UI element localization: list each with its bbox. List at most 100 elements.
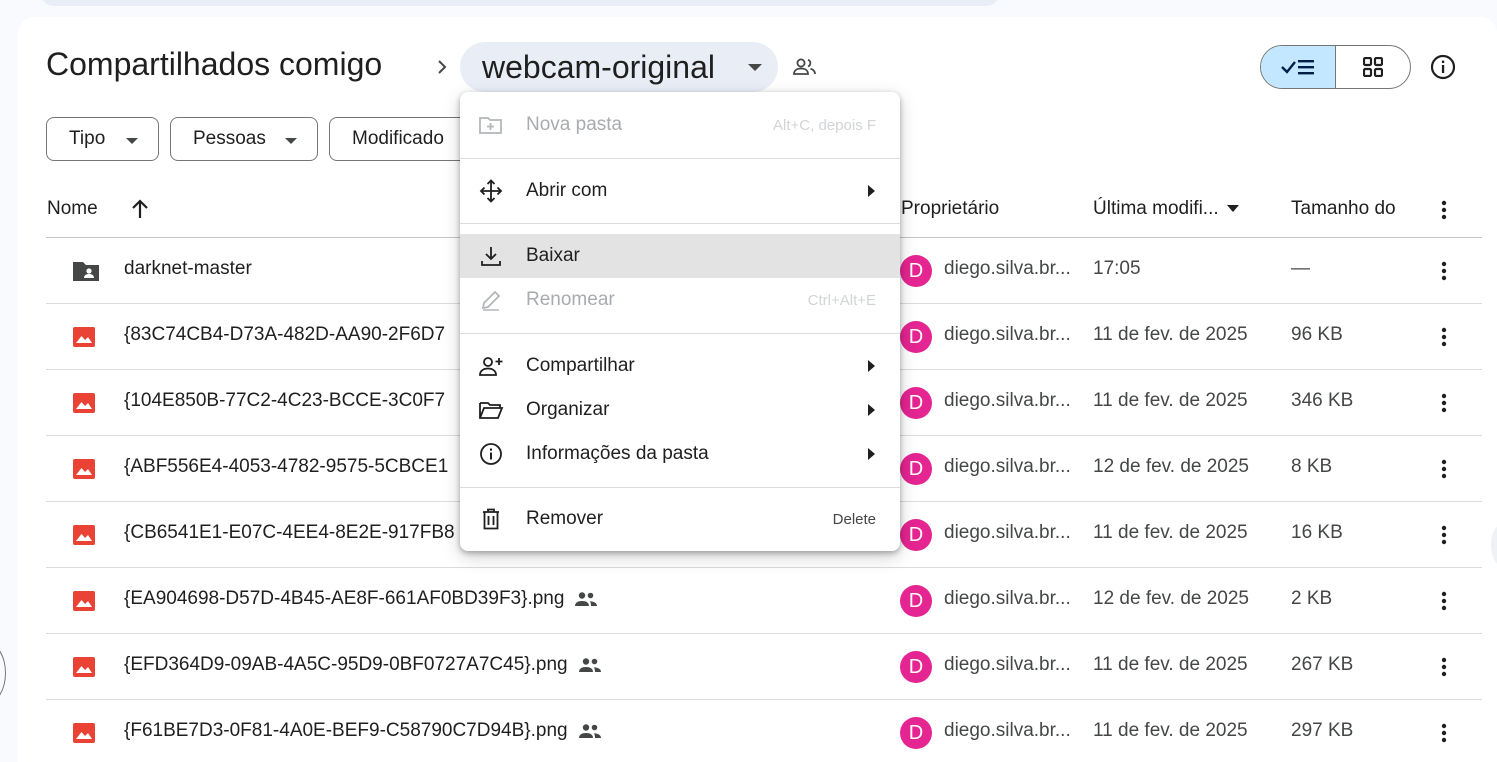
owner-name: diego.silva.br... [944,390,1071,411]
avatar: D [900,585,932,617]
dropdown-arrow-icon [285,138,297,144]
menu-item-shortcut: Alt+C, depois F [773,117,876,134]
menu-item-organizar[interactable]: Organizar [460,388,900,432]
more-actions-icon[interactable] [1434,259,1454,283]
file-name-text: {EFD364D9-09AB-4A5C-95D9-0BF0727A7C45}.p… [124,654,568,675]
more-actions-icon[interactable] [1434,523,1454,547]
more-actions-icon[interactable] [1434,589,1454,613]
file-name-text: {104E850B-77C2-4C23-BCCE-3C0F7 [124,390,446,411]
file-name-text: {ABF556E4-4053-4782-9575-5CBCE1 [124,456,449,477]
file-name-text: {F61BE7D3-0F81-4A0E-BEF9-C58790C7D94B}.p… [124,720,568,741]
submenu-arrow-icon [868,404,875,416]
menu-item-label: Renomear [526,289,615,310]
file-size: 346 KB [1291,390,1354,411]
folder-name: webcam-original [482,48,715,85]
avatar: D [900,255,932,287]
file-name[interactable]: {CB6541E1-E07C-4EE4-8E2E-917FB8 [124,522,455,544]
download-icon [478,244,504,268]
list-view-button[interactable] [1261,46,1336,88]
column-header-modified[interactable]: Última modifi... [1093,198,1239,220]
owner-name: diego.silva.br... [944,324,1071,345]
modified-date: 12 de fev. de 2025 [1093,588,1249,609]
dropdown-arrow-icon [126,138,138,144]
breadcrumb-root[interactable]: Compartilhados comigo [46,46,382,83]
owner-name: diego.silva.br... [944,588,1071,609]
filter-pessoas[interactable]: Pessoas [170,117,318,161]
menu-item-abrir-com[interactable]: Abrir com [460,169,900,213]
people-icon[interactable] [792,56,818,78]
view-toggle [1260,45,1411,89]
shared-people-icon [578,657,602,673]
avatar: D [900,321,932,353]
file-name[interactable]: {F61BE7D3-0F81-4A0E-BEF9-C58790C7D94B}.p… [124,720,602,742]
menu-item-label: Compartilhar [526,355,635,376]
file-size: 8 KB [1291,456,1333,477]
owner-name: diego.silva.br... [944,720,1071,741]
image-file-icon [72,590,96,612]
filter-label: Pessoas [193,128,266,149]
breadcrumb-current-folder[interactable]: webcam-original [460,42,778,92]
file-name-text: darknet-master [124,258,252,279]
menu-item-remover[interactable]: Remover Delete [460,497,900,541]
trash-icon [478,507,504,531]
shared-people-icon [574,591,598,607]
sort-down-icon [1226,205,1239,213]
menu-item-label: Nova pasta [526,114,623,135]
menu-item-renomear[interactable]: Renomear Ctrl+Alt+E [460,278,900,322]
pencil-icon [478,288,504,312]
column-options-icon[interactable] [1434,198,1454,222]
info-icon [478,442,504,466]
table-row[interactable]: {EFD364D9-09AB-4A5C-95D9-0BF0727A7C45}.p… [46,634,1482,700]
file-name[interactable]: {104E850B-77C2-4C23-BCCE-3C0F7 [124,390,445,412]
file-name[interactable]: {83C74CB4-D73A-482D-AA90-2F6D7 [124,324,445,346]
filter-label: Modificado [352,128,444,149]
filter-tipo[interactable]: Tipo [46,117,159,161]
more-actions-icon[interactable] [1434,457,1454,481]
filter-label: Tipo [69,128,106,149]
grid-view-button[interactable] [1336,46,1410,88]
menu-divider [460,487,900,488]
folder-open-icon [478,398,504,422]
image-file-icon [72,458,96,480]
column-header-name[interactable]: Nome [47,198,98,220]
modified-date: 11 de fev. de 2025 [1093,522,1248,543]
new-folder-icon [478,113,504,137]
menu-item-informacoes[interactable]: Informações da pasta [460,432,900,476]
more-actions-icon[interactable] [1434,721,1454,745]
shared-people-icon [578,723,602,739]
list-check-icon [1281,60,1314,75]
column-header-size[interactable]: Tamanho do [1291,198,1396,220]
breadcrumb-separator-icon [435,55,451,79]
submenu-arrow-icon [868,185,875,197]
menu-divider [460,333,900,334]
table-row[interactable]: {F61BE7D3-0F81-4A0E-BEF9-C58790C7D94B}.p… [46,700,1482,762]
file-name[interactable]: darknet-master [124,258,252,280]
menu-divider [460,223,900,224]
menu-divider [460,158,900,159]
more-actions-icon[interactable] [1434,655,1454,679]
info-icon[interactable] [1429,53,1457,81]
submenu-arrow-icon [868,448,875,460]
modified-date: 17:05 [1093,258,1141,279]
sort-ascending-icon[interactable] [130,198,150,220]
file-name[interactable]: {EA904698-D57D-4B45-AE8F-661AF0BD39F3}.p… [124,588,598,610]
menu-item-nova-pasta[interactable]: Nova pasta Alt+C, depois F [460,103,900,147]
left-edge-button[interactable] [0,643,6,703]
owner-name: diego.silva.br... [944,456,1071,477]
more-actions-icon[interactable] [1434,391,1454,415]
move-icon [478,179,504,203]
file-size: 16 KB [1291,522,1343,543]
column-header-owner[interactable]: Proprietário [901,198,999,220]
menu-item-baixar[interactable]: Baixar [460,234,900,278]
table-row[interactable]: {EA904698-D57D-4B45-AE8F-661AF0BD39F3}.p… [46,568,1482,634]
owner-name: diego.silva.br... [944,654,1071,675]
file-name[interactable]: {EFD364D9-09AB-4A5C-95D9-0BF0727A7C45}.p… [124,654,602,676]
image-file-icon [72,392,96,414]
menu-item-compartilhar[interactable]: Compartilhar [460,344,900,388]
top-search-strip [40,0,1000,6]
more-actions-icon[interactable] [1434,325,1454,349]
menu-item-shortcut: Ctrl+Alt+E [807,292,876,309]
menu-item-shortcut: Delete [832,511,876,528]
submenu-arrow-icon [868,360,875,372]
file-name[interactable]: {ABF556E4-4053-4782-9575-5CBCE1 [124,456,448,478]
